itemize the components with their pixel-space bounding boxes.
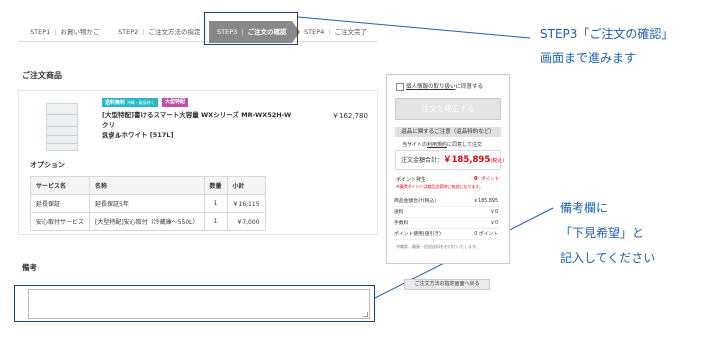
product-badges: 送料無料 沖縄・離島除く 大型特配: [102, 98, 192, 108]
top-callout-line: [297, 16, 531, 39]
step3-callout: STEP3「ご注文の確認」 画面まで進みます: [540, 27, 674, 65]
summary-row: 送料 ￥0: [394, 207, 500, 218]
badge-free-shipping: 送料無料 沖縄・離島除く: [102, 98, 158, 107]
privacy-checkbox[interactable]: [396, 82, 404, 91]
product-image: [46, 103, 78, 151]
order-total: 注文金額合計：￥185,895(税込): [395, 150, 504, 170]
cell-service: 安心取付サービス: [29, 212, 91, 231]
terms-agree-text: 当サイトの利用規約に同意して注文: [402, 142, 482, 148]
cell-name: 延長保証5年: [89, 194, 205, 213]
cell-subtotal: ￥16,115: [226, 194, 266, 213]
privacy-agree-row[interactable]: 個人情報の取り扱いに同意する: [396, 82, 483, 91]
col-name: 名称: [89, 176, 205, 195]
cell-name: [大型特配]安心取付（冷蔵庫〜550L）: [89, 212, 205, 231]
product-name[interactable]: [大型特配]書けるスマート大容量 WXシリーズ MR-WX52H-W クリ スタ…: [102, 110, 292, 140]
product-quantity: 数量:1: [102, 133, 120, 140]
resize-handle[interactable]: [363, 312, 368, 317]
table-row: 延長保証 延長保証5年 1 ￥16,115: [29, 194, 266, 213]
remarks-title: 備考: [22, 263, 37, 272]
return-notes-button[interactable]: 返品に関するご注意（返品特約など）: [395, 127, 501, 137]
cell-qty: 1: [203, 212, 228, 231]
options-header-row: サービス名 名称 数量 小計: [29, 176, 266, 195]
badge-large-delivery: 大型特配: [162, 98, 189, 107]
summary-row: 手数料 ￥0: [394, 218, 500, 229]
summary-note: 沖縄県、離島・別送送料をお付けいたします。: [396, 244, 480, 249]
col-subtotal: 小計: [226, 176, 266, 195]
order-section-title: ご注文商品: [22, 71, 62, 80]
cell-subtotal: ￥7,000: [226, 212, 266, 231]
col-service: サービス名: [29, 176, 91, 195]
cell-service: 延長保証: [29, 194, 91, 213]
back-to-step2-button[interactable]: ご注文方法の指定画面へ戻る: [404, 279, 490, 290]
cell-qty: 1: [203, 194, 228, 213]
options-table: サービス名 名称 数量 小計 延長保証 延長保証5年 1 ￥16,115 安心取…: [29, 176, 266, 231]
points-note: ※獲得ポイントは商品出荷時に有効になります。: [396, 184, 483, 189]
col-qty: 数量: [203, 176, 228, 195]
remarks-callout: 備考欄に 「下見希望」と 記入してください: [560, 201, 656, 265]
privacy-link[interactable]: 個人情報の取り扱い: [406, 84, 456, 90]
table-row: 安心取付サービス [大型特配]安心取付（冷蔵庫〜550L） 1 ￥7,000: [29, 212, 266, 231]
confirm-order-button[interactable]: 注文を確定する: [395, 98, 501, 120]
product-price: ￥162,780: [332, 112, 368, 120]
points-earned: ポイント発生： 0 ポイント: [396, 176, 499, 183]
summary-row: 商品金額合計(税込) ￥185,895: [394, 196, 500, 207]
options-title: オプション: [30, 161, 65, 169]
summary-row: ポイント使用(値引き) 0 ポイント: [394, 229, 500, 240]
terms-link[interactable]: 利用規約: [427, 142, 447, 148]
remarks-textarea[interactable]: [28, 289, 370, 319]
